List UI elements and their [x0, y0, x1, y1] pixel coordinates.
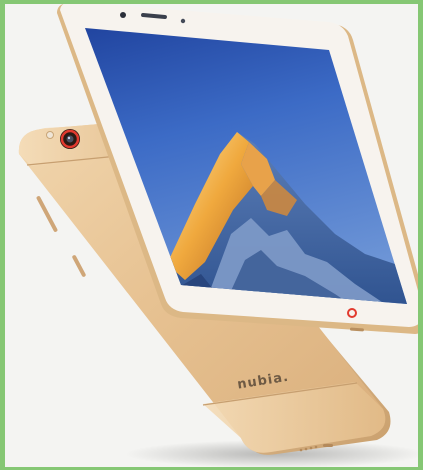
camera-icon	[60, 129, 80, 149]
photo-frame: nubia.	[5, 4, 418, 467]
sensor-icon	[180, 18, 186, 24]
volume-button	[36, 196, 58, 232]
power-button	[72, 255, 86, 277]
product-photo: nubia.	[18, 4, 418, 467]
flash-icon	[46, 131, 54, 139]
front-camera-icon	[120, 12, 126, 18]
